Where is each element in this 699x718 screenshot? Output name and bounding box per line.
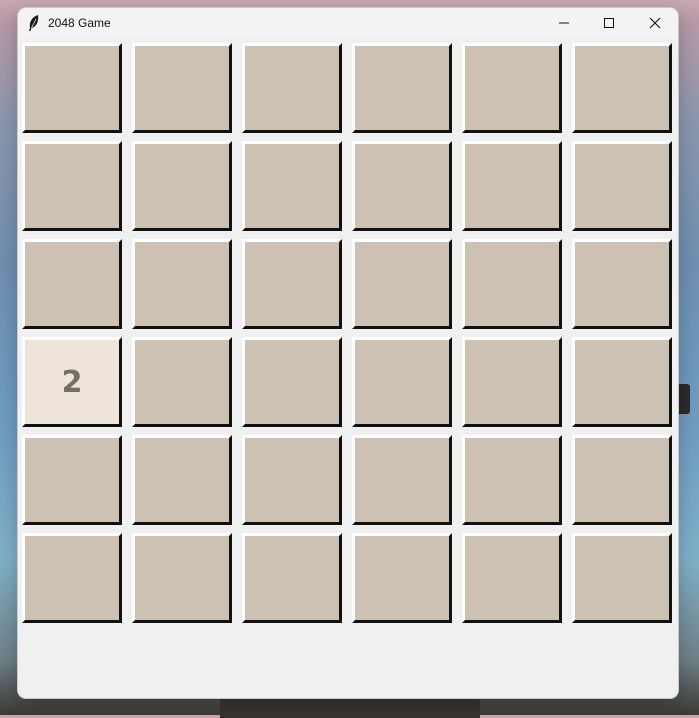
tile — [242, 239, 342, 329]
tile — [132, 141, 232, 231]
tile — [572, 141, 672, 231]
tile — [132, 435, 232, 525]
feather-icon — [26, 14, 42, 32]
title-bar[interactable]: 2048 Game — [18, 8, 678, 38]
tile — [572, 435, 672, 525]
minimize-icon — [559, 22, 569, 24]
window-title: 2048 Game — [48, 16, 111, 30]
tile — [22, 435, 122, 525]
tile — [572, 239, 672, 329]
maximize-icon — [604, 18, 614, 28]
tile: 2 — [22, 337, 122, 427]
tile — [22, 141, 122, 231]
app-window: 2048 Game 2 — [18, 8, 678, 698]
tile — [242, 43, 342, 133]
tile — [572, 533, 672, 623]
tile — [572, 337, 672, 427]
tile — [132, 43, 232, 133]
tile — [132, 337, 232, 427]
maximize-button[interactable] — [586, 8, 632, 38]
tile — [352, 239, 452, 329]
tile — [242, 141, 342, 231]
tile — [352, 337, 452, 427]
tile — [22, 239, 122, 329]
desktop-background-object — [676, 384, 690, 414]
tile — [352, 43, 452, 133]
tile — [242, 435, 342, 525]
tile — [572, 43, 672, 133]
tile — [22, 43, 122, 133]
desktop-background-object — [220, 698, 480, 718]
tile — [462, 533, 562, 623]
tile — [352, 435, 452, 525]
tile — [352, 141, 452, 231]
tile — [22, 533, 122, 623]
tile — [242, 533, 342, 623]
tile — [132, 533, 232, 623]
close-button[interactable] — [632, 8, 678, 38]
tile — [462, 435, 562, 525]
tile — [462, 141, 562, 231]
tile — [132, 239, 232, 329]
tile — [462, 239, 562, 329]
tile — [352, 533, 452, 623]
tile — [462, 337, 562, 427]
close-icon — [649, 17, 661, 29]
tile — [462, 43, 562, 133]
tile — [242, 337, 342, 427]
minimize-button[interactable] — [541, 8, 587, 38]
